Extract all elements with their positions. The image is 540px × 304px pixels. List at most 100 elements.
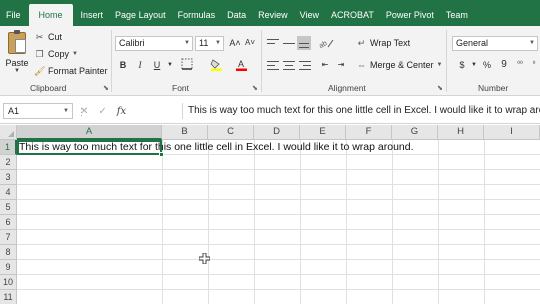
font-size-combo[interactable]: 11 ▼ — [195, 36, 224, 51]
orientation-button[interactable]: ab — [317, 36, 337, 50]
copy-label: Copy — [48, 49, 70, 59]
number-format-combo[interactable]: General ▼ — [452, 36, 538, 51]
align-center-icon[interactable] — [283, 60, 295, 71]
gridline — [17, 229, 540, 230]
tab-insert[interactable]: Insert — [75, 4, 110, 26]
wrap-text-button[interactable]: ↵ Wrap Text — [356, 37, 410, 50]
worksheet-grid[interactable]: A B C D E F G H I 1 2 3 4 5 6 7 8 9 10 1… — [0, 125, 540, 304]
underline-button[interactable]: U — [150, 58, 164, 72]
shrink-font-button[interactable]: A˅ — [243, 36, 257, 50]
gridline — [17, 169, 540, 170]
format-painter-button[interactable]: 🖌 Format Painter — [34, 65, 108, 78]
tab-view[interactable]: View — [294, 4, 325, 26]
column-header-f[interactable]: F — [346, 125, 392, 140]
column-header-d[interactable]: D — [254, 125, 300, 140]
tab-file[interactable]: File — [0, 4, 27, 26]
middle-align-icon[interactable] — [283, 38, 295, 49]
bold-button[interactable]: B — [116, 58, 130, 72]
align-left-icon[interactable] — [267, 60, 279, 71]
row-header-3[interactable]: 3 — [0, 170, 17, 185]
cut-button[interactable]: ✂ Cut — [34, 31, 62, 44]
decrease-indent-icon[interactable]: ⇤ — [318, 58, 332, 72]
enter-icon[interactable]: ✓ — [98, 106, 106, 117]
column-header-b[interactable]: B — [162, 125, 208, 140]
paste-label: Paste — [5, 58, 29, 68]
decrease-decimal-icon[interactable]: ⁰ — [527, 58, 540, 72]
merge-center-button[interactable]: ⇔ Merge & Center ▼ — [356, 59, 442, 72]
tab-data[interactable]: Data — [221, 4, 252, 26]
font-color-icon: A — [235, 59, 247, 71]
svg-text:ab: ab — [319, 40, 329, 49]
copy-button[interactable]: ❐ Copy ▼ — [34, 48, 78, 61]
chevron-down-icon: ▼ — [529, 40, 535, 46]
row-header-7[interactable]: 7 — [0, 230, 17, 245]
percent-button[interactable]: % — [480, 58, 494, 72]
tab-acrobat[interactable]: ACROBAT — [325, 4, 380, 26]
group-separator — [261, 30, 262, 92]
paste-button[interactable]: Paste ▼ — [3, 30, 31, 80]
column-header-g[interactable]: G — [392, 125, 438, 140]
text-orientation-icon: ab — [318, 39, 334, 50]
row-header-5[interactable]: 5 — [0, 200, 17, 215]
gridline — [254, 140, 255, 304]
comma-style-button[interactable]: 9 — [497, 58, 511, 72]
copy-icon: ❐ — [35, 49, 44, 59]
increase-indent-icon[interactable]: ⇥ — [334, 58, 348, 72]
font-name-value: Calibri — [119, 38, 145, 48]
increase-decimal-icon[interactable]: ⁰⁰ — [513, 58, 527, 72]
row-header-9[interactable]: 9 — [0, 260, 17, 275]
gridline — [17, 244, 540, 245]
number-format-value: General — [456, 38, 489, 48]
format-painter-label: Format Painter — [48, 66, 108, 76]
gridline — [392, 140, 393, 304]
italic-button[interactable]: I — [133, 58, 147, 72]
cut-label: Cut — [48, 32, 63, 42]
tab-power-pivot[interactable]: Power Pivot — [380, 4, 440, 26]
dialog-launcher-icon[interactable]: ⬊ — [103, 84, 109, 92]
top-align-icon[interactable] — [267, 38, 279, 49]
tab-formulas[interactable]: Formulas — [172, 4, 222, 26]
dialog-launcher-icon[interactable]: ⬊ — [437, 84, 443, 92]
column-header-i[interactable]: I — [484, 125, 540, 140]
tab-review[interactable]: Review — [252, 4, 294, 26]
chevron-down-icon[interactable]: ▼ — [163, 58, 177, 72]
tab-home[interactable]: Home — [28, 4, 73, 26]
row-header-4[interactable]: 4 — [0, 185, 17, 200]
row-header-6[interactable]: 6 — [0, 215, 17, 230]
borders-button[interactable] — [178, 58, 196, 72]
align-right-icon[interactable] — [299, 60, 311, 71]
gridline — [17, 289, 540, 290]
bottom-align-icon[interactable] — [297, 36, 311, 50]
paste-icon — [8, 30, 26, 54]
scissors-icon: ✂ — [35, 32, 44, 42]
dialog-launcher-icon[interactable]: ⬊ — [252, 84, 258, 92]
active-cell-a1[interactable] — [17, 140, 164, 157]
group-separator — [111, 30, 112, 92]
font-name-combo[interactable]: Calibri ▼ — [115, 36, 193, 51]
column-header-h[interactable]: H — [438, 125, 484, 140]
formula-input[interactable]: This is way too much text for this one l… — [182, 103, 540, 119]
font-color-button[interactable]: A — [233, 58, 249, 72]
insert-function-button[interactable]: fx — [117, 106, 126, 117]
row-header-10[interactable]: 10 — [0, 275, 17, 290]
column-header-e[interactable]: E — [300, 125, 346, 140]
fill-color-button[interactable] — [208, 58, 224, 72]
gridline — [17, 214, 540, 215]
row-header-1[interactable]: 1 — [0, 140, 17, 155]
row-header-2[interactable]: 2 — [0, 155, 17, 170]
tab-team[interactable]: Team — [440, 4, 474, 26]
row-header-8[interactable]: 8 — [0, 245, 17, 260]
select-all-button[interactable] — [0, 125, 17, 140]
row-header-11[interactable]: 11 — [0, 290, 17, 304]
column-header-a[interactable]: A — [17, 125, 162, 140]
chevron-down-icon[interactable]: ▼ — [467, 58, 481, 72]
column-header-c[interactable]: C — [208, 125, 254, 140]
cancel-icon[interactable]: ✕ — [80, 106, 88, 117]
chevron-down-icon: ▼ — [72, 51, 78, 57]
fill-handle[interactable] — [159, 152, 164, 157]
grow-font-button[interactable]: A˄ — [228, 36, 242, 50]
merge-center-label: Merge & Center — [370, 60, 434, 70]
wrap-text-icon: ↵ — [357, 38, 366, 48]
name-box[interactable]: A1 ▼ — [3, 103, 73, 119]
tab-page-layout[interactable]: Page Layout — [109, 4, 172, 26]
